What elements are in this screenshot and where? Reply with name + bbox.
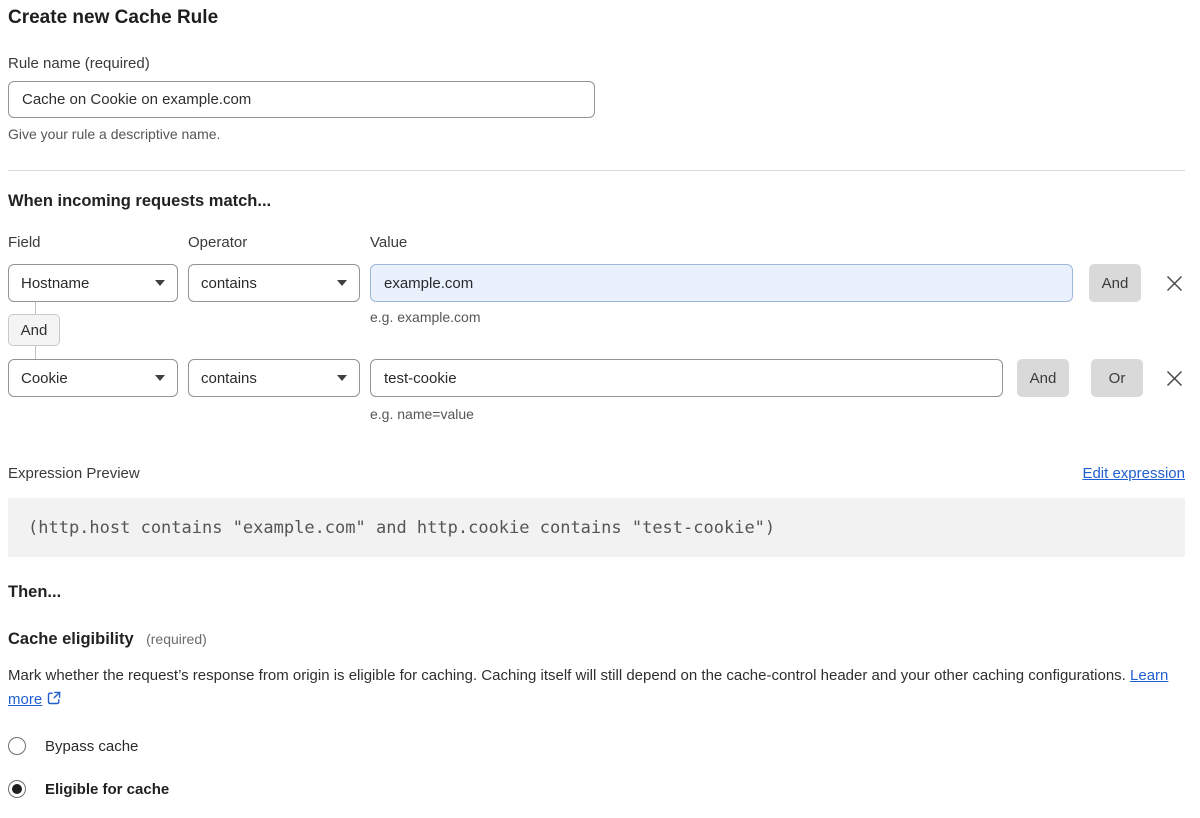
value-hint: e.g. name=value	[370, 406, 1185, 422]
match-heading: When incoming requests match...	[8, 192, 1185, 211]
remove-condition-button[interactable]	[1163, 264, 1185, 302]
operator-select-value: contains	[201, 370, 257, 387]
field-column-label: Field	[8, 234, 188, 251]
operator-select[interactable]: contains	[188, 264, 360, 302]
close-icon	[1165, 369, 1184, 388]
eligible-for-cache-label: Eligible for cache	[45, 781, 169, 798]
edit-expression-link[interactable]: Edit expression	[1082, 465, 1185, 482]
expression-preview-header: Expression Preview Edit expression	[8, 465, 1185, 482]
rule-name-helper: Give your rule a descriptive name.	[8, 126, 1185, 142]
rule-name-input[interactable]	[8, 81, 595, 118]
chevron-down-icon	[337, 375, 347, 381]
close-icon	[1165, 274, 1184, 293]
chevron-down-icon	[155, 375, 165, 381]
remove-condition-button[interactable]	[1163, 359, 1185, 397]
chevron-down-icon	[337, 280, 347, 286]
condition-column-labels: Field Operator Value	[8, 234, 1185, 251]
condition-row: Hostname contains And	[8, 264, 1185, 302]
field-select[interactable]: Cookie	[8, 359, 178, 397]
bypass-cache-option[interactable]: Bypass cache	[8, 737, 1185, 755]
description-text: Mark whether the request’s response from…	[8, 667, 1126, 684]
condition-row: Cookie contains And Or	[8, 359, 1185, 397]
create-cache-rule-form: Create new Cache Rule Rule name (require…	[0, 0, 1200, 818]
expression-preview-label: Expression Preview	[8, 465, 140, 482]
condition-connector-band: And e.g. example.com	[8, 302, 1185, 359]
value-column-label: Value	[370, 234, 1185, 251]
value-input[interactable]	[370, 264, 1073, 302]
and-button[interactable]: And	[1017, 359, 1069, 397]
radio-selected-icon[interactable]	[8, 780, 26, 798]
radio-unselected-icon[interactable]	[8, 737, 26, 755]
and-connector-button[interactable]: And	[8, 314, 60, 346]
eligible-for-cache-option[interactable]: Eligible for cache	[8, 780, 1185, 798]
field-select-value: Cookie	[21, 370, 68, 387]
section-divider	[8, 170, 1185, 171]
chevron-down-icon	[155, 280, 165, 286]
required-tag: (required)	[146, 631, 207, 647]
field-select-value: Hostname	[21, 275, 89, 292]
and-button[interactable]: And	[1089, 264, 1141, 302]
bypass-cache-label: Bypass cache	[45, 738, 138, 755]
external-link-icon	[46, 690, 62, 706]
cache-eligibility-description: Mark whether the request’s response from…	[8, 664, 1185, 712]
cache-eligibility-title: Cache eligibility	[8, 630, 134, 648]
operator-column-label: Operator	[188, 234, 370, 251]
operator-select[interactable]: contains	[188, 359, 360, 397]
or-button[interactable]: Or	[1091, 359, 1143, 397]
page-title: Create new Cache Rule	[8, 6, 1185, 30]
field-select[interactable]: Hostname	[8, 264, 178, 302]
operator-select-value: contains	[201, 275, 257, 292]
cache-eligibility-title-row: Cache eligibility (required)	[8, 630, 1185, 649]
then-heading: Then...	[8, 583, 1185, 602]
value-input[interactable]	[370, 359, 1003, 397]
expression-code: (http.host contains "example.com" and ht…	[8, 498, 1185, 557]
value-hint: e.g. example.com	[370, 309, 481, 325]
rule-name-label: Rule name (required)	[8, 55, 1185, 72]
